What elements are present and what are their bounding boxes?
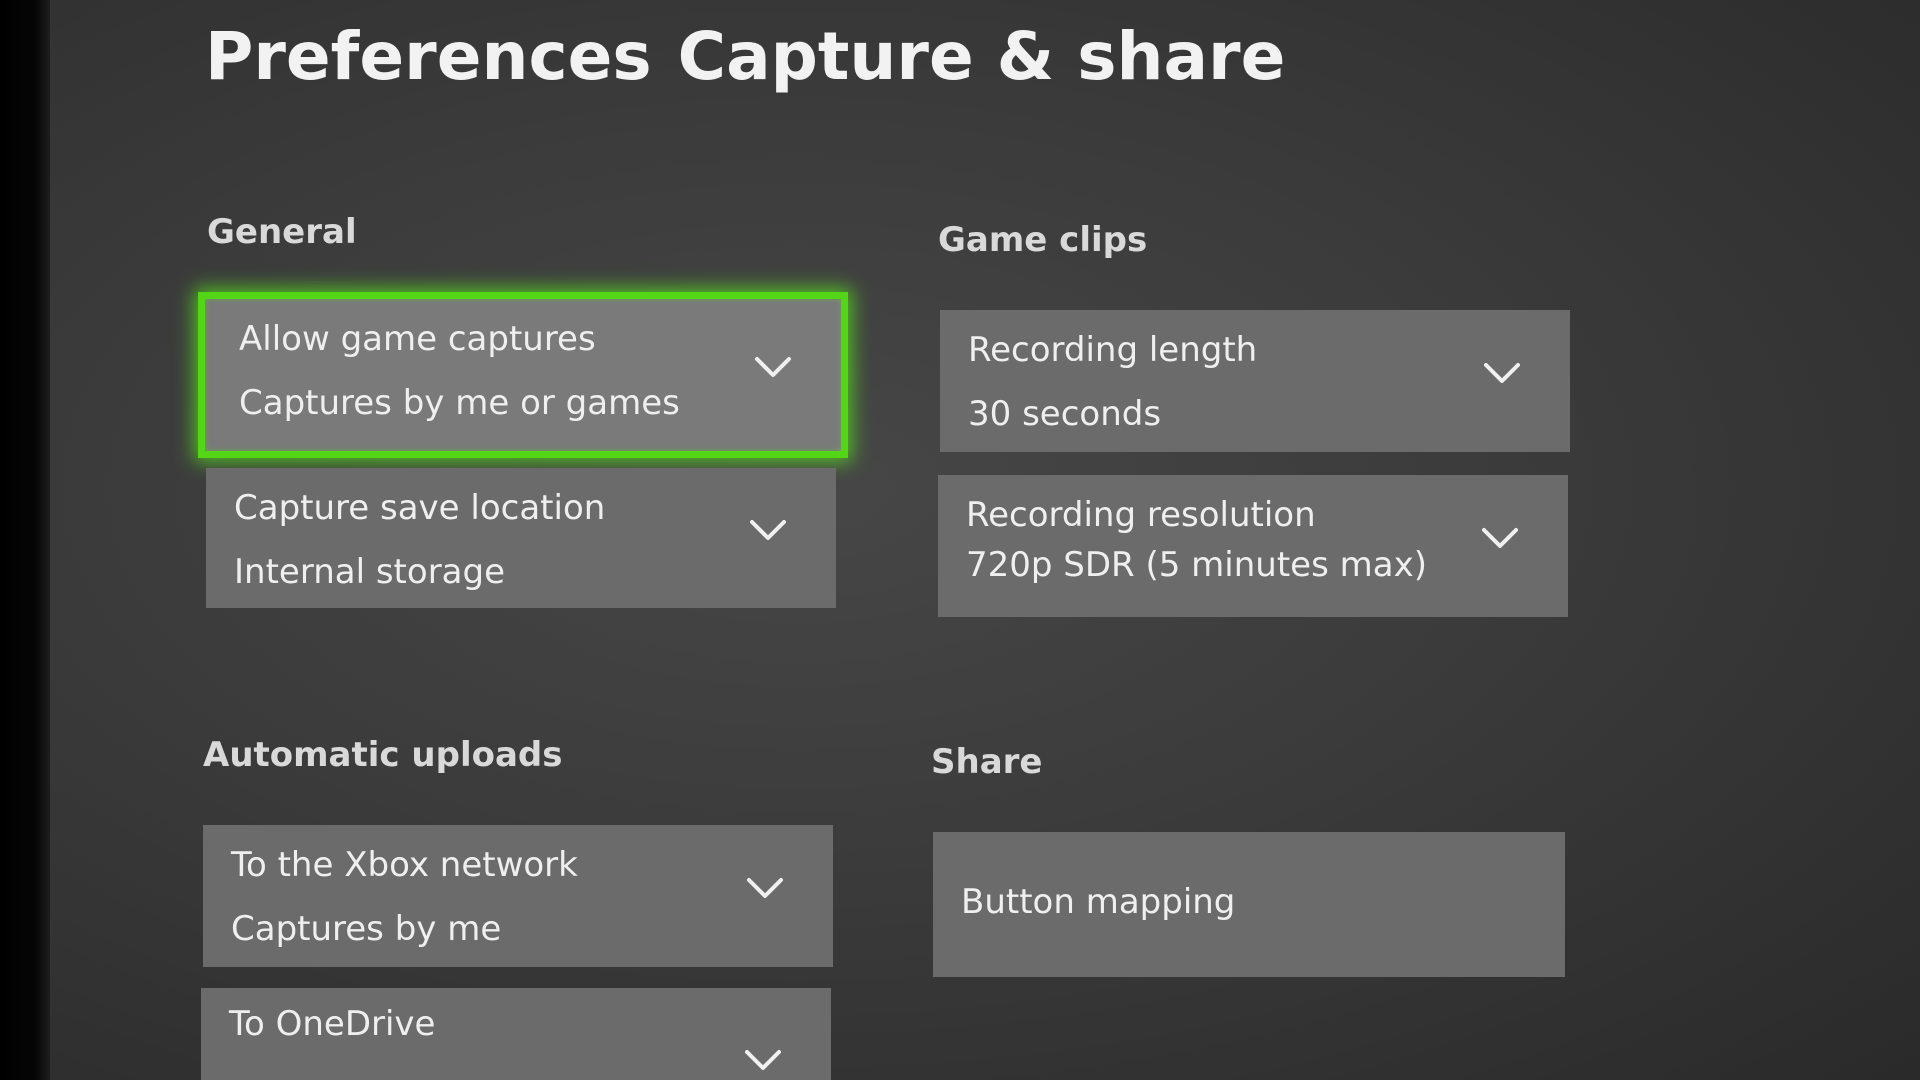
allow-game-captures-dropdown[interactable]: Allow game captures Captures by me or ga… [198,292,848,458]
upload-to-xbox-network-value: Captures by me [231,909,502,949]
page-title-capture-share: Capture & share [677,18,1286,95]
recording-resolution-title: Recording resolution [966,495,1316,535]
upload-to-xbox-network-title: To the Xbox network [231,845,578,885]
capture-save-location-title: Capture save location [234,488,606,528]
page-title-preferences: Preferences [205,18,652,95]
capture-save-location-dropdown[interactable]: Capture save location Internal storage [206,468,836,608]
upload-to-onedrive-title: To OneDrive [229,1004,436,1044]
screen-bezel [0,0,50,1080]
allow-game-captures-title: Allow game captures [239,319,596,359]
page-header: Preferences Capture & share [205,18,1285,95]
chevron-down-icon [1482,353,1522,393]
upload-to-xbox-network-dropdown[interactable]: To the Xbox network Captures by me [203,825,833,967]
button-mapping-button[interactable]: Button mapping [933,832,1565,977]
capture-save-location-value: Internal storage [234,552,506,592]
allow-game-captures-value: Captures by me or games [239,383,680,423]
recording-length-title: Recording length [968,330,1258,370]
chevron-down-icon [745,868,785,908]
recording-resolution-dropdown[interactable]: Recording resolution 720p SDR (5 minutes… [938,475,1568,617]
chevron-down-icon [748,510,788,550]
section-automatic-uploads-label: Automatic uploads [203,735,563,775]
chevron-down-icon [743,1040,783,1080]
upload-to-onedrive-dropdown[interactable]: To OneDrive [201,988,831,1080]
section-game-clips-label: Game clips [938,220,1148,260]
recording-length-dropdown[interactable]: Recording length 30 seconds [940,310,1570,452]
section-general-label: General [207,212,357,252]
button-mapping-label: Button mapping [961,882,1236,922]
chevron-down-icon [753,347,793,387]
recording-length-value: 30 seconds [968,394,1162,434]
section-share-label: Share [931,742,1043,782]
recording-resolution-value: 720p SDR (5 minutes max) [966,545,1427,585]
chevron-down-icon [1480,518,1520,558]
